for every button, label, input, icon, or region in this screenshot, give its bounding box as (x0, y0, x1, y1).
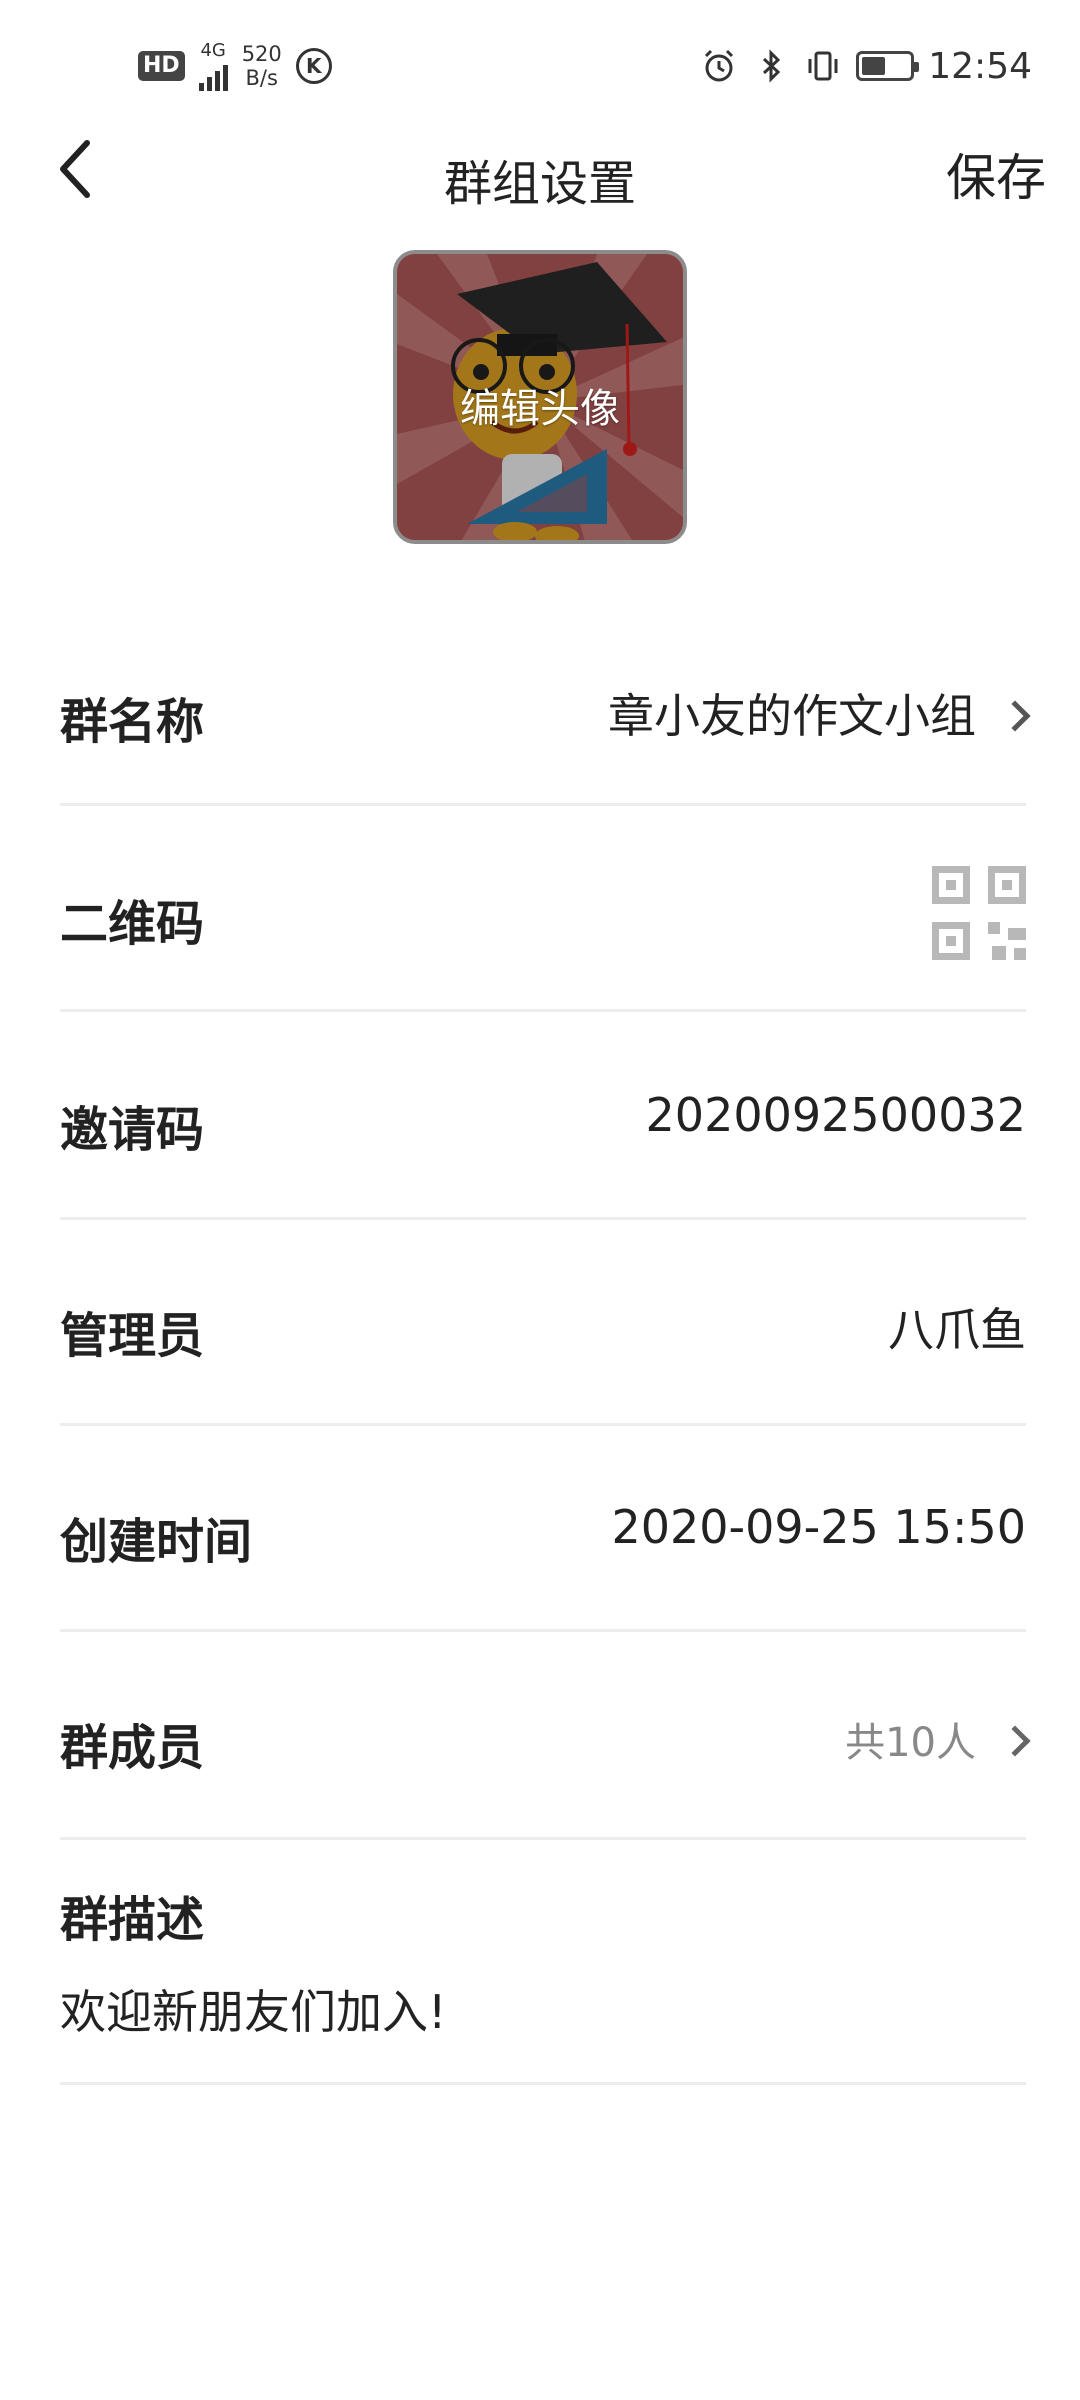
invite-code-label: 邀请码 (60, 1102, 205, 1158)
page-title: 群组设置 (443, 156, 636, 212)
group-name-value: 章小友的作文小组 (608, 689, 976, 743)
members-label: 群成员 (60, 1720, 205, 1776)
row-qr-code[interactable]: 二维码 (60, 806, 1026, 1012)
row-admin[interactable]: 管理员 八爪鱼 (60, 1220, 1026, 1426)
admin-label: 管理员 (60, 1308, 205, 1364)
qr-code-icon (932, 866, 1026, 960)
status-bar: HD 4G 520 B/s K 12:54 (0, 0, 1080, 130)
members-value-wrap: 共10人 (845, 1710, 1031, 1768)
qr-code-label: 二维码 (60, 896, 205, 952)
save-button[interactable]: 保存 (946, 138, 1046, 210)
signal-icon: 4G (198, 40, 228, 91)
invite-code-value: 2020092500032 (645, 1088, 1026, 1142)
battery-icon (856, 51, 920, 81)
description-text: 欢迎新朋友们加入! (60, 1985, 447, 2039)
group-name-value-wrap: 章小友的作文小组 (608, 680, 1031, 746)
edit-avatar-label: 编辑头像 (460, 386, 620, 432)
row-group-name[interactable]: 群名称 章小友的作文小组 (60, 620, 1031, 806)
group-avatar[interactable]: 编辑头像 (393, 250, 687, 544)
alarm-icon (705, 49, 734, 82)
description-label: 群描述 (60, 1892, 205, 1948)
status-right: 12:54 (700, 38, 1032, 94)
clock: 12:54 (928, 45, 1032, 87)
created-time-label: 创建时间 (60, 1514, 253, 1570)
status-left: HD 4G 520 B/s K (138, 38, 332, 94)
network-speed: 520 B/s (242, 42, 282, 90)
created-time-value: 2020-09-25 15:50 (611, 1500, 1026, 1554)
row-members[interactable]: 群成员 共10人 (60, 1632, 1031, 1840)
battery-fill (862, 57, 886, 75)
speed-value: 520 (241, 42, 282, 66)
row-created-time: 创建时间 2020-09-25 15:50 (60, 1426, 1026, 1632)
network-type: 4G (200, 40, 226, 61)
row-invite-code[interactable]: 邀请码 2020092500032 (60, 1012, 1026, 1220)
hd-icon: HD (138, 51, 185, 81)
admin-value: 八爪鱼 (888, 1303, 1026, 1357)
chevron-right-icon (999, 1725, 1031, 1757)
navigation-header: 群组设置 保存 (0, 120, 1080, 220)
k-icon: K (295, 48, 332, 84)
chevron-right-icon (999, 699, 1031, 732)
speed-unit: B/s (245, 66, 278, 90)
row-description[interactable]: 群描述 欢迎新朋友们加入! (60, 1840, 1026, 2085)
group-name-label: 群名称 (60, 694, 205, 750)
members-count: 共10人 (845, 1720, 976, 1766)
vibrate-icon (808, 51, 838, 81)
bluetooth-icon (763, 49, 781, 83)
